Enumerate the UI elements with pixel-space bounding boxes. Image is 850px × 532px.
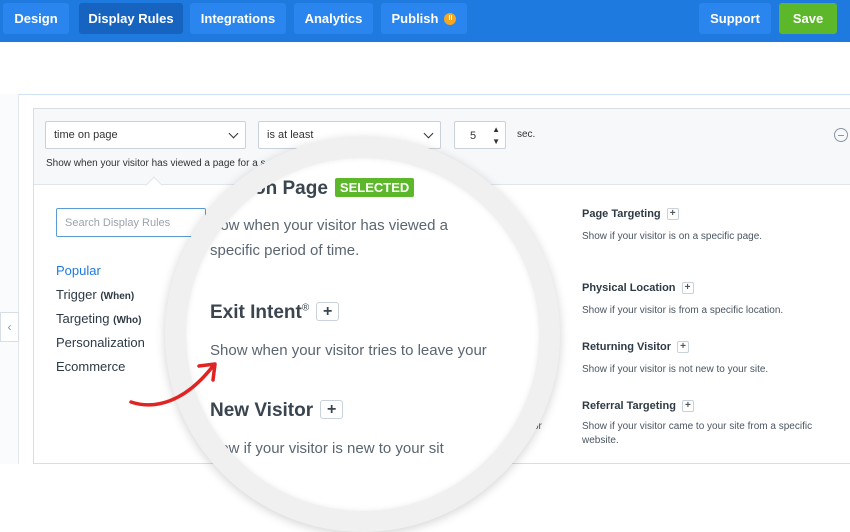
add-rule-icon[interactable]: + <box>681 282 694 294</box>
remove-rule-icon[interactable] <box>834 128 848 142</box>
magnified-rule-title: Exit Intent <box>210 302 302 323</box>
tab-integrations[interactable]: Integrations <box>190 3 286 34</box>
category-sublabel: (When) <box>100 291 135 302</box>
tab-publish[interactable]: Publish II <box>381 3 467 34</box>
seconds-unit-label: sec. <box>517 129 536 140</box>
collapse-sidebar-button[interactable]: ‹ <box>0 312 19 342</box>
category-label: Trigger <box>56 287 97 302</box>
rule-description: Show when your visitor has viewed a page… <box>46 158 266 169</box>
add-rule-icon[interactable]: + <box>320 400 344 419</box>
category-label: Targeting <box>56 311 110 326</box>
rule-item-page-targeting[interactable]: Page Targeting + Show if your visitor is … <box>582 208 832 244</box>
pause-status-icon: II <box>444 12 457 25</box>
category-popular[interactable]: Popular <box>56 263 101 278</box>
magnifier-lens: on Page SELECTED how when your visitor ha… <box>186 158 539 511</box>
operator-select-value: is at least <box>267 129 314 141</box>
rule-title: Page Targeting <box>582 208 661 220</box>
add-rule-icon[interactable]: + <box>681 400 694 412</box>
rule-description: Show if your visitor is on a specific pa… <box>582 231 763 242</box>
add-rule-icon[interactable]: + <box>666 208 679 220</box>
stepper-up-icon[interactable]: ▲ <box>492 125 500 134</box>
tab-display-rules-label: Display Rules <box>88 11 174 26</box>
condition-select-value: time on page <box>54 129 118 141</box>
magnified-rule-desc: Show when your visitor tries to leave yo… <box>210 342 487 359</box>
tab-design-label: Design <box>14 11 58 26</box>
rule-item-physical-location[interactable]: Physical Location + Show if your visitor … <box>582 282 832 318</box>
category-label: Popular <box>56 263 101 278</box>
condition-select[interactable]: time on page <box>45 121 246 149</box>
search-display-rules-input[interactable]: Search Display Rules <box>56 208 206 237</box>
rule-description: Show if your visitor is not new to your … <box>582 364 769 375</box>
tab-display-rules[interactable]: Display Rules <box>79 3 183 34</box>
selected-badge: SELECTED <box>334 178 415 197</box>
chevron-left-icon: ‹ <box>7 320 12 334</box>
magnified-rule-exit-intent[interactable]: Exit Intent® + <box>210 302 340 324</box>
registered-mark: ® <box>301 302 310 314</box>
tab-integrations-label: Integrations <box>200 11 276 26</box>
add-rule-icon[interactable]: + <box>316 302 340 321</box>
rule-title: Referral Targeting <box>582 400 676 412</box>
tab-design[interactable]: Design <box>3 3 69 34</box>
category-label: Ecommerce <box>56 359 126 374</box>
rule-title: Physical Location <box>582 282 676 294</box>
magnified-rule-title: New Visitor <box>210 400 314 421</box>
category-personalization[interactable]: Personalization <box>56 335 145 350</box>
search-placeholder: Search Display Rules <box>65 216 171 229</box>
seconds-value: 5 <box>470 130 477 142</box>
magnified-rule-time-on-page[interactable]: on Page SELECTED <box>254 178 415 200</box>
tab-analytics[interactable]: Analytics <box>294 3 373 34</box>
rule-description: Show if your visitor came to your site f… <box>582 421 813 446</box>
support-button-label: Support <box>710 11 760 26</box>
chevron-down-icon <box>423 128 434 139</box>
add-rule-icon[interactable]: + <box>677 341 690 353</box>
stepper-down-icon[interactable]: ▼ <box>492 137 500 146</box>
category-sublabel: (Who) <box>113 315 142 326</box>
category-label: Personalization <box>56 335 145 350</box>
left-sidebar-strip <box>0 94 19 464</box>
save-button[interactable]: Save <box>779 3 837 34</box>
top-navigation-bar: Design Display Rules Integrations Analyt… <box>0 0 850 42</box>
magnified-rule-desc: how when your visitor has viewed a <box>212 217 448 234</box>
annotation-arrow-icon <box>129 362 217 407</box>
rule-description: Show if your visitor is from a specific … <box>582 305 784 316</box>
support-button[interactable]: Support <box>699 3 771 34</box>
category-targeting[interactable]: Targeting (Who) <box>56 311 141 326</box>
rule-title: Returning Visitor <box>582 341 672 353</box>
rule-item-returning-visitor[interactable]: Returning Visitor + Show if your visitor … <box>582 341 832 377</box>
tab-analytics-label: Analytics <box>304 11 363 26</box>
chevron-down-icon <box>228 128 239 139</box>
category-trigger[interactable]: Trigger (When) <box>56 287 134 302</box>
seconds-stepper[interactable]: 5 ▲ ▼ <box>454 121 506 149</box>
magnified-rule-desc: specific period of time. <box>210 242 360 259</box>
save-button-label: Save <box>792 11 824 26</box>
magnified-rule-new-visitor[interactable]: New Visitor + <box>210 400 344 422</box>
magnified-rule-desc: how if your visitor is new to your sit <box>212 440 444 457</box>
rule-item-referral-targeting[interactable]: Referral Targeting + Show if your visitor… <box>582 400 822 448</box>
tab-publish-label: Publish <box>391 11 439 26</box>
magnified-rule-title: on Page <box>254 178 328 199</box>
category-ecommerce[interactable]: Ecommerce <box>56 359 125 374</box>
